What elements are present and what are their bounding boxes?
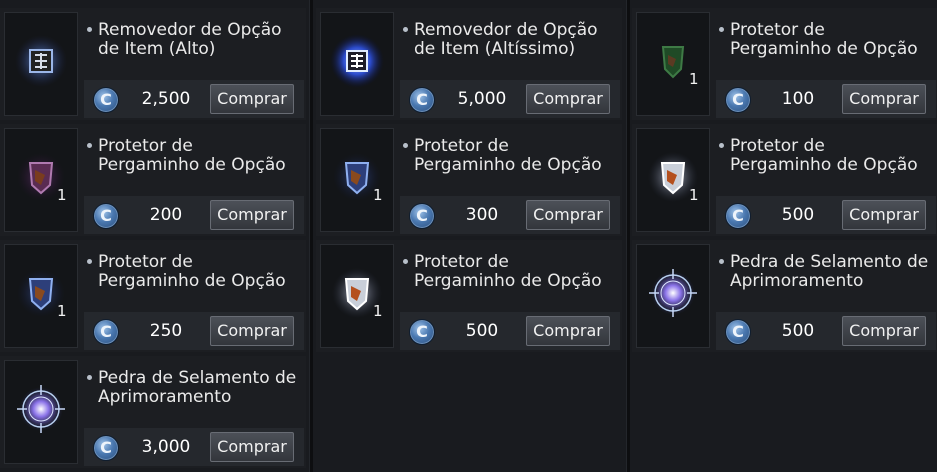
c-coin-icon: C (93, 435, 119, 461)
c-coin-icon: C (93, 203, 119, 229)
item-name: Protetor de Pergaminho de Opção (98, 136, 286, 175)
shop-item-card: 1 Protetor de Pergaminho de Opção C 300 Comp… (316, 124, 622, 236)
bullet-icon (719, 27, 724, 32)
item-price: 250 (149, 321, 183, 341)
buy-button[interactable]: Comprar (210, 316, 294, 346)
c-coin-icon: C (409, 203, 435, 229)
c-coin-icon: C (409, 87, 435, 113)
price-bar: C 500 Comprar (716, 196, 936, 234)
buy-button[interactable]: Comprar (210, 84, 294, 114)
item-slot[interactable] (636, 244, 710, 348)
currency-symbol: C (732, 90, 744, 109)
c-coin-icon: C (409, 319, 435, 345)
price-bar: C 500 Comprar (400, 312, 620, 350)
item-price: 500 (781, 205, 815, 225)
item-quantity: 1 (373, 186, 383, 204)
shop-item-card: 1 Protetor de Pergaminho de Opção C 250 Comp… (0, 240, 306, 352)
currency-symbol: C (100, 206, 112, 225)
shop-item-card: 1 Protetor de Pergaminho de Opção C 500 Comp… (316, 240, 622, 352)
item-price: 500 (465, 321, 499, 341)
price-bar: C 100 Comprar (716, 80, 936, 118)
item-slot[interactable]: 1 (320, 128, 394, 232)
item-price: 500 (781, 321, 815, 341)
currency-symbol: C (100, 322, 112, 341)
item-price: 3,000 (141, 437, 191, 457)
item-name: Pedra de Selamento de Aprimoramento (98, 368, 297, 407)
bullet-icon (87, 259, 92, 264)
currency-symbol: C (732, 322, 744, 341)
currency-symbol: C (416, 206, 428, 225)
item-price: 200 (149, 205, 183, 225)
bullet-icon (719, 143, 724, 148)
shop-grid: Removedor de Opção de Item (Alto) C 2,500 C… (0, 0, 937, 472)
item-slot[interactable]: 1 (4, 244, 78, 348)
c-coin-icon: C (725, 87, 751, 113)
item-name: Removedor de Opção de Item (Alto) (98, 20, 282, 59)
item-quantity: 1 (57, 186, 67, 204)
item-name: Protetor de Pergaminho de Opção (730, 136, 918, 175)
price-bar: C 500 Comprar (716, 312, 936, 350)
shop-item-card: Pedra de Selamento de Aprimoramento C 500 C… (632, 240, 937, 352)
item-quantity: 1 (373, 302, 383, 320)
buy-button[interactable]: Comprar (526, 84, 610, 114)
c-coin-icon: C (725, 203, 751, 229)
bullet-icon (87, 143, 92, 148)
currency-symbol: C (100, 438, 112, 457)
shop-item-card: 1 Protetor de Pergaminho de Opção C 500 Comp… (632, 124, 937, 236)
c-coin-icon: C (93, 319, 119, 345)
item-name: Pedra de Selamento de Aprimoramento (730, 252, 929, 291)
item-price: 5,000 (457, 89, 507, 109)
item-slot[interactable]: 1 (636, 128, 710, 232)
item-name: Removedor de Opção de Item (Altíssimo) (414, 20, 598, 59)
shop-item-card: 1 Protetor de Pergaminho de Opção C 200 Comp… (0, 124, 306, 236)
column-divider (309, 0, 313, 472)
buy-button[interactable]: Comprar (210, 432, 294, 462)
c-coin-icon: C (93, 87, 119, 113)
bullet-icon (87, 27, 92, 32)
currency-symbol: C (416, 322, 428, 341)
item-slot[interactable] (320, 12, 394, 116)
bullet-icon (403, 27, 408, 32)
buy-button[interactable]: Comprar (842, 84, 926, 114)
currency-symbol: C (416, 90, 428, 109)
column-divider (626, 0, 630, 472)
item-price: 2,500 (141, 89, 191, 109)
item-quantity: 1 (689, 70, 699, 88)
item-name: Protetor de Pergaminho de Opção (730, 20, 918, 59)
item-price: 100 (781, 89, 815, 109)
item-name: Protetor de Pergaminho de Opção (98, 252, 286, 291)
bullet-icon (403, 143, 408, 148)
item-quantity: 1 (57, 302, 67, 320)
item-slot[interactable]: 1 (636, 12, 710, 116)
price-bar: C 5,000 Comprar (400, 80, 620, 118)
shop-item-card: Removedor de Opção de Item (Altíssimo) C 5… (316, 8, 622, 120)
shop-item-card: Pedra de Selamento de Aprimoramento C 3,00… (0, 356, 306, 468)
shop-item-card: Removedor de Opção de Item (Alto) C 2,500 C… (0, 8, 306, 120)
c-coin-icon: C (725, 319, 751, 345)
buy-button[interactable]: Comprar (526, 200, 610, 230)
price-bar: C 3,000 Comprar (84, 428, 304, 466)
bullet-icon (719, 259, 724, 264)
item-slot[interactable] (4, 360, 78, 464)
item-slot[interactable] (4, 12, 78, 116)
item-price: 300 (465, 205, 499, 225)
buy-button[interactable]: Comprar (210, 200, 294, 230)
shop-item-card: 1 Protetor de Pergaminho de Opção C 100 Comp… (632, 8, 937, 120)
currency-symbol: C (732, 206, 744, 225)
bullet-icon (87, 375, 92, 380)
item-name: Protetor de Pergaminho de Opção (414, 136, 602, 175)
price-bar: C 200 Comprar (84, 196, 304, 234)
buy-button[interactable]: Comprar (526, 316, 610, 346)
price-bar: C 250 Comprar (84, 312, 304, 350)
buy-button[interactable]: Comprar (842, 316, 926, 346)
item-name: Protetor de Pergaminho de Opção (414, 252, 602, 291)
price-bar: C 2,500 Comprar (84, 80, 304, 118)
price-bar: C 300 Comprar (400, 196, 620, 234)
item-slot[interactable]: 1 (4, 128, 78, 232)
currency-symbol: C (100, 90, 112, 109)
bullet-icon (403, 259, 408, 264)
item-slot[interactable]: 1 (320, 244, 394, 348)
buy-button[interactable]: Comprar (842, 200, 926, 230)
item-quantity: 1 (689, 186, 699, 204)
